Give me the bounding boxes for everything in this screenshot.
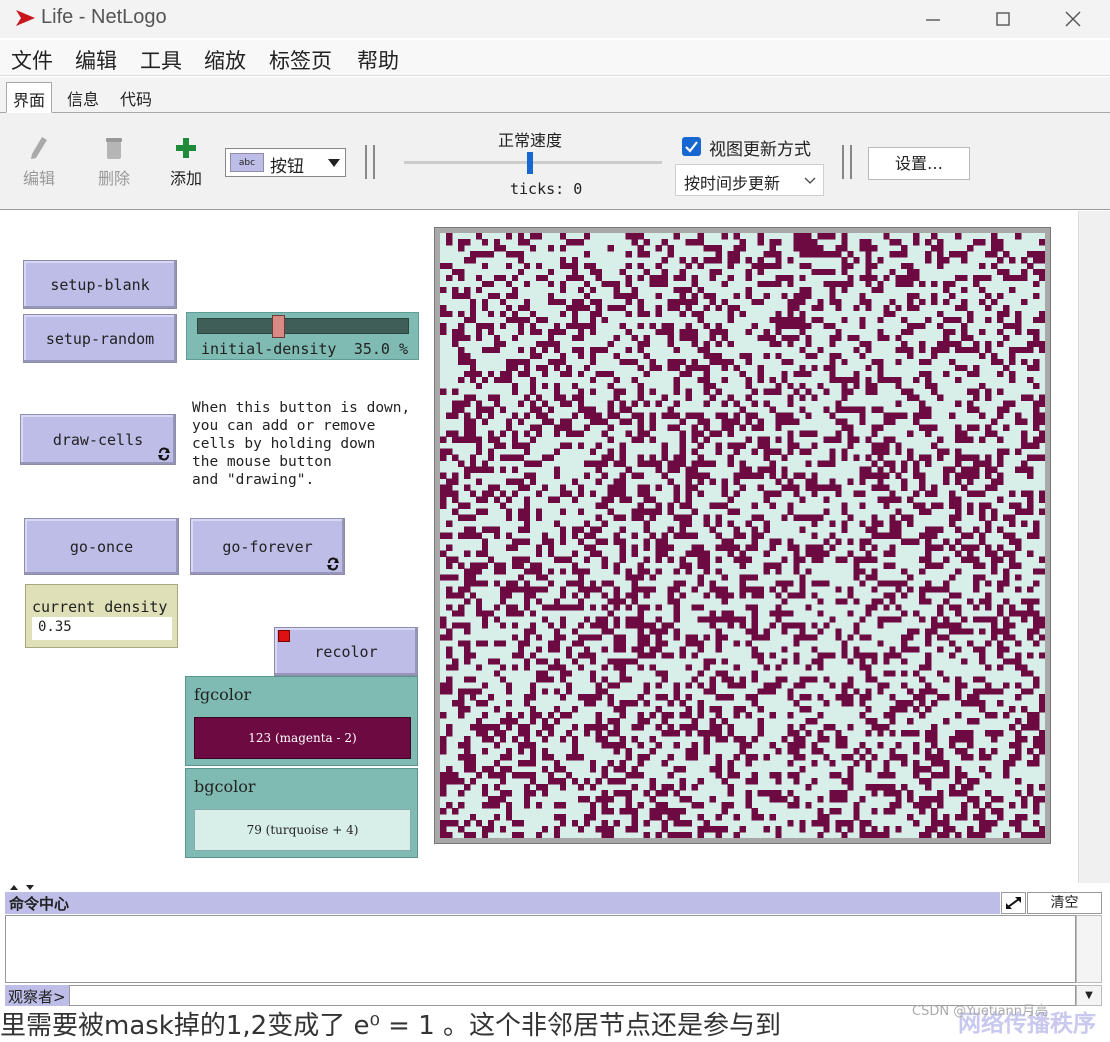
go-once-button[interactable]: go-once [24,518,179,575]
tab-code[interactable]: 代码 [114,82,158,113]
recolor-label: recolor [314,642,378,661]
output-scrollbar[interactable] [1076,915,1102,983]
edit-button[interactable]: 编辑 [18,135,60,189]
button-widget-icon: abc [230,153,264,172]
ticks-counter: ticks: 0 [510,180,583,198]
close-button[interactable] [1038,0,1108,38]
menu-tools[interactable]: 工具 [140,45,182,75]
background-page-text: 里需要被mask掉的1,2变成了 e⁰ = 1 。这个非邻居节点还是参与到 [0,1011,782,1041]
widget-type-value: 按钮 [270,157,304,177]
delete-button[interactable]: 删除 [93,135,135,189]
dropdown-arrow-icon [328,159,340,167]
edit-label: 编辑 [22,169,55,188]
expand-button[interactable] [1001,892,1026,914]
view-update-select[interactable]: 按时间步更新 [675,164,824,196]
speed-slider-track [404,161,662,164]
fgcolor-label: fgcolor [194,685,252,704]
netlogo-logo-icon [16,10,35,26]
go-forever-button[interactable]: go-forever [190,518,345,575]
minimize-button[interactable] [898,0,968,38]
menu-zoom[interactable]: 缩放 [204,45,246,75]
bgcolor-label: bgcolor [194,777,256,796]
view-update-value: 按时间步更新 [684,174,781,193]
bgcolor-swatch[interactable]: 79 (turquoise + 4) [194,809,411,851]
watermark: CSDN @Yuetiann月亮 [912,1004,1049,1019]
close-icon [1065,11,1081,27]
settings-button[interactable]: 设置… [868,147,970,180]
toolbar-separator [365,145,375,179]
life-grid[interactable] [440,233,1045,838]
observer-selector[interactable]: 观察者> [5,985,69,1006]
initial-density-slider[interactable]: initial-density 35.0 % [186,312,419,360]
menu-bar: 文件 编辑 工具 缩放 标签页 帮助 [0,40,1110,76]
maximize-icon [996,12,1010,26]
monitor-label: current density [32,598,168,616]
minimize-icon [926,19,940,21]
current-density-monitor: current density 0.35 [25,584,178,648]
slider-track[interactable] [197,318,409,334]
add-label: 添加 [169,169,202,188]
expand-icon [1006,897,1021,909]
world-view[interactable] [434,227,1051,844]
draw-cells-button[interactable]: draw-cells [20,414,176,465]
speed-slider-thumb[interactable] [527,152,533,174]
forever-icon [158,447,170,461]
draw-cells-label: draw-cells [52,430,144,449]
draw-cells-note: When this button is down, you can add or… [192,400,411,488]
fgcolor-chooser[interactable]: fgcolor 123 (magenta - 2) [185,676,418,766]
tab-info[interactable]: 信息 [61,82,105,113]
setup-blank-button[interactable]: setup-blank [23,260,177,309]
slider-knob[interactable] [271,315,285,338]
history-dropdown[interactable]: ▼ [1076,985,1102,1006]
title-bar: Life - NetLogo [0,0,1110,38]
chevron-down-icon [804,177,816,184]
menu-tabs[interactable]: 标签页 [269,45,332,75]
view-update-checkbox[interactable] [682,137,701,156]
maximize-button[interactable] [968,0,1038,38]
tab-interface[interactable]: 界面 [6,82,53,113]
tab-bar: 界面 信息 代码 [0,77,1110,113]
add-button[interactable]: 添加 [165,135,207,189]
forever-icon [327,557,339,571]
go-forever-label: go-forever [222,537,313,556]
setup-random-button[interactable]: setup-random [23,314,177,363]
delete-label: 删除 [97,169,130,188]
menu-help[interactable]: 帮助 [357,45,399,75]
monitor-value: 0.35 [32,617,172,640]
clear-button[interactable]: 清空 [1027,892,1102,914]
error-indicator-icon [278,630,290,642]
recolor-button[interactable]: recolor [274,627,418,676]
slider-label: initial-density [201,340,337,358]
checkmark-icon [685,141,698,153]
menu-edit[interactable]: 编辑 [75,45,117,75]
fgcolor-swatch[interactable]: 123 (magenta - 2) [194,717,411,759]
splitter-arrows-icon[interactable] [8,884,38,892]
bgcolor-chooser[interactable]: bgcolor 79 (turquoise + 4) [185,768,418,858]
right-panel-strip [1078,211,1110,883]
plus-icon [176,138,196,158]
toolbar: 编辑 删除 添加 abc 按钮 正常速度 ticks: 0 视图更新方式 按时间… [0,113,1110,210]
menu-file[interactable]: 文件 [11,45,53,75]
pencil-icon [31,137,47,159]
window-title: Life - NetLogo [41,6,167,28]
speed-label: 正常速度 [498,131,563,150]
command-output [5,915,1076,983]
toolbar-separator [842,145,852,179]
slider-value: 35.0 % [353,340,408,358]
view-update-label: 视图更新方式 [709,140,811,160]
command-center-title: 命令中心 [5,892,1000,914]
trash-icon [106,138,122,159]
widget-type-select[interactable]: abc 按钮 [225,148,346,177]
